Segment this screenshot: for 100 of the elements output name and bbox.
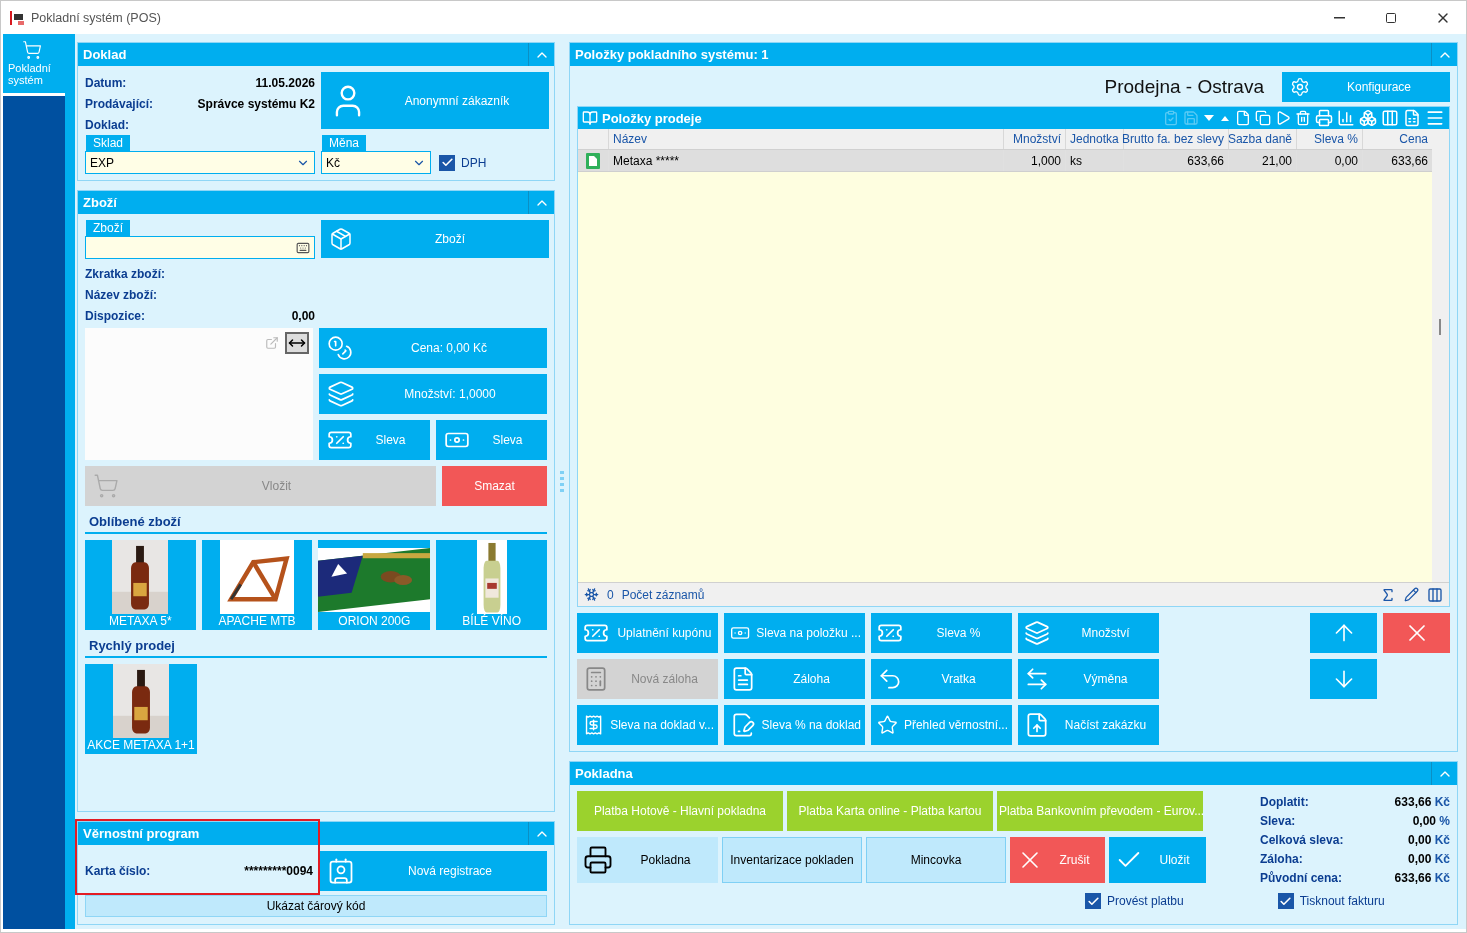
checkbox-label: Provést platbu (1107, 894, 1184, 908)
column-header[interactable]: Množství (1003, 129, 1065, 149)
section-title: Položky pokladního systému: 1 (574, 47, 770, 62)
price-button[interactable]: Cena: 0,00 Kč (319, 328, 547, 368)
summary-value: 0,00 % (1411, 814, 1450, 828)
pencil-icon[interactable] (1404, 587, 1419, 602)
column-header[interactable]: Název (608, 129, 1003, 149)
product-tile[interactable]: METAXA 5* (85, 540, 196, 630)
column-header[interactable]: Sleva % (1296, 129, 1362, 149)
copy-icon[interactable] (1255, 110, 1271, 126)
goods-button[interactable]: Zboží (321, 220, 549, 258)
summary-label: Záloha: (1260, 852, 1304, 866)
check-icon (1279, 894, 1293, 908)
checkbox[interactable] (439, 154, 455, 171)
action-button[interactable]: Sleva % na doklad (724, 705, 865, 745)
bar-chart-icon[interactable] (1337, 109, 1355, 127)
summary-label: Doplatit: (1260, 795, 1310, 809)
payment-button[interactable]: Platba Karta online - Platba kartou (787, 791, 993, 831)
cash-button[interactable]: Uložit (1109, 837, 1206, 883)
field-label: Prodávající: (85, 96, 154, 111)
action-button[interactable]: Výměna (1018, 659, 1159, 699)
action-button[interactable]: Načíst zakázku (1018, 705, 1159, 745)
product-tile[interactable]: APACHE MTB (201, 540, 313, 630)
menu-icon[interactable] (1425, 108, 1445, 128)
field-label: Datum: (85, 75, 127, 90)
save-icon[interactable] (1183, 110, 1199, 126)
action-button[interactable]: Přehled věrnostní... (871, 705, 1012, 745)
cash-button[interactable]: Zrušit (1010, 837, 1105, 883)
action-button[interactable]: Sleva na doklad v... (577, 705, 718, 745)
product-tile[interactable]: BÍLÉ VÍNO (436, 540, 547, 630)
clipboard-icon[interactable] (1163, 110, 1179, 126)
record-count: 0 (607, 587, 614, 602)
trash-icon[interactable] (1295, 110, 1311, 126)
table-row[interactable]: Metaxa ***** 1,000 ks 633,66 21,00 0,00 633,66 (578, 150, 1432, 172)
store-name: Prodejna - Ostrava (1104, 76, 1264, 98)
action-button[interactable]: Uplatnění kupónu (577, 613, 718, 653)
quantity-button[interactable]: Množství: 1,0000 (319, 374, 547, 414)
select-field[interactable]: Kč (321, 151, 431, 174)
action-button[interactable]: Množství (1018, 613, 1159, 653)
field-label: Zkratka zboží: (85, 266, 165, 281)
move-down-button[interactable] (1310, 659, 1377, 699)
minimize-icon (1333, 16, 1345, 19)
scrollbar[interactable] (1432, 129, 1449, 582)
move-up-button[interactable] (1310, 613, 1377, 653)
section-title: Pokladna (574, 766, 634, 781)
select-field[interactable]: EXP (85, 151, 315, 174)
spreadsheet-icon[interactable] (1403, 109, 1421, 127)
product-tile[interactable]: ORION 200G (318, 540, 431, 630)
document-icon (730, 666, 756, 692)
table-icon[interactable] (1427, 586, 1443, 603)
discount-button[interactable]: Sleva (436, 420, 547, 460)
field-value: 11.05.2026 (255, 75, 315, 90)
swap-arrows-icon (1024, 666, 1050, 692)
column-header[interactable]: Jednotka (1065, 129, 1123, 149)
snowflake-icon[interactable] (584, 587, 599, 602)
external-link-icon (265, 336, 279, 350)
play-icon[interactable] (1275, 110, 1291, 126)
payment-button[interactable]: Platba Hotově - Hlavní pokladna (577, 791, 783, 831)
settings-icon (1290, 77, 1310, 97)
cash-button[interactable]: Mincovka (866, 837, 1006, 883)
fit-width-button[interactable] (285, 332, 309, 354)
checkbox[interactable] (1277, 893, 1294, 909)
cash-button[interactable]: Inventarizace pokladen (722, 837, 862, 883)
subsection-title: Rychlý prodej (89, 638, 175, 653)
discount-button[interactable]: Sleva (319, 420, 430, 460)
action-button[interactable]: Sleva % (871, 613, 1012, 653)
document-icon (730, 712, 756, 738)
table-cell: 21,00 (1228, 150, 1296, 171)
column-header[interactable]: Sazba daně (1228, 129, 1296, 149)
file-icon[interactable] (1235, 110, 1251, 126)
field-label: Doklad: (85, 117, 129, 132)
field-label: Název zboží: (85, 287, 157, 302)
id-card-icon (327, 857, 355, 885)
delete-button[interactable]: Smazat (442, 466, 547, 506)
register-button[interactable]: Nová registrace (319, 851, 547, 891)
layers-icon (1024, 620, 1050, 646)
action-button[interactable]: Záloha (724, 659, 865, 699)
barcode-button[interactable]: Ukázat čárový kód (85, 895, 547, 917)
product-tile[interactable]: AKCE METAXA 1+1 (85, 664, 197, 754)
action-button[interactable]: Vratka (871, 659, 1012, 699)
printer-icon[interactable] (1315, 109, 1333, 127)
remove-button[interactable] (1383, 613, 1450, 653)
sidebar-item[interactable]: Pokladní systém (3, 34, 65, 96)
customer-button[interactable]: Anonymní zákazník (321, 72, 549, 129)
check-icon (440, 156, 454, 169)
checkbox[interactable] (1085, 893, 1101, 909)
action-button[interactable]: Sleva na položku ... (724, 613, 865, 653)
layers-icon (327, 380, 355, 408)
config-button[interactable]: Konfigurace (1282, 72, 1450, 102)
sum-icon[interactable] (1380, 586, 1396, 603)
payment-button[interactable]: Platba Bankovním převodem - Eurov... (997, 791, 1203, 831)
summary-value: 0,00 Kč (1406, 833, 1450, 847)
columns-icon[interactable] (1381, 109, 1399, 127)
document-icon (586, 152, 600, 169)
field-value: 0,00 (291, 308, 315, 323)
column-header[interactable]: Brutto fa. bez slevy (1123, 129, 1228, 149)
boxes-icon[interactable] (1359, 109, 1377, 127)
section-title: Zboží (82, 195, 118, 210)
input-field[interactable] (85, 236, 315, 259)
cash-button[interactable]: Pokladna (577, 837, 718, 883)
